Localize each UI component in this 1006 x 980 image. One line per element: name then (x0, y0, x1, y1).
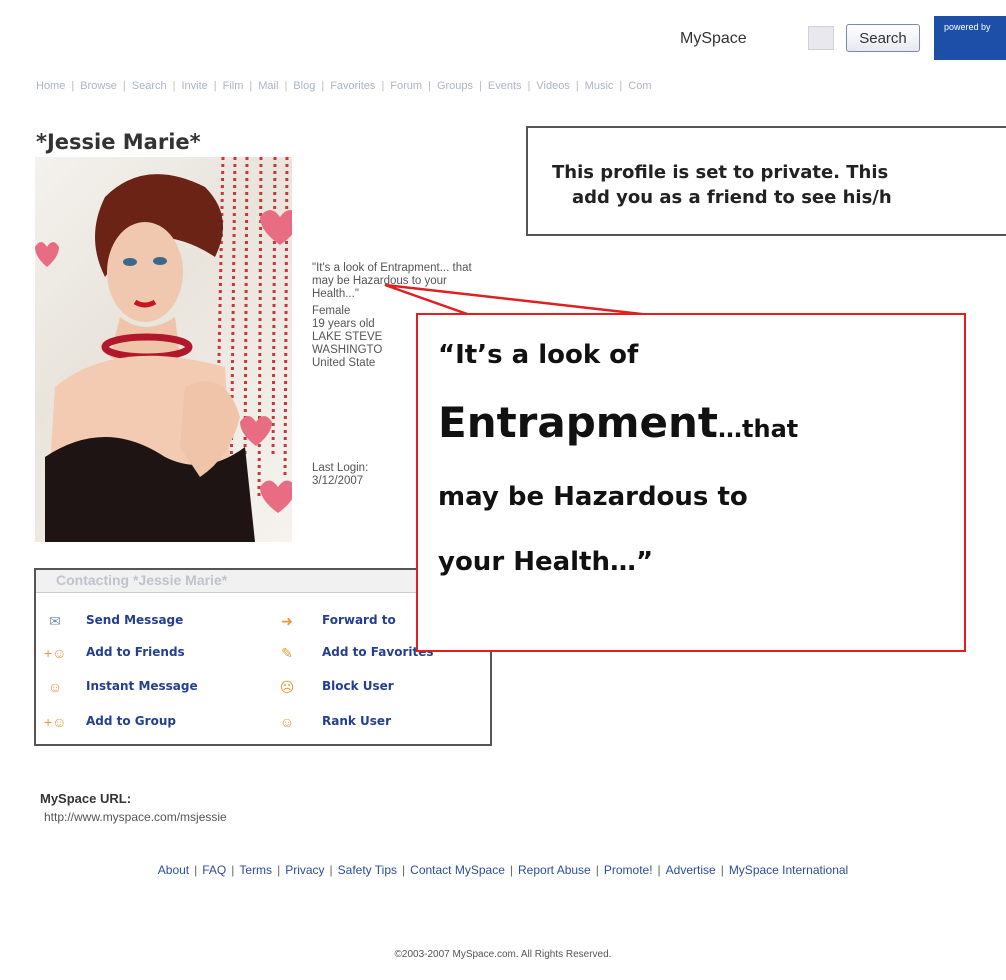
instant-message-link[interactable]: Instant Message (86, 679, 198, 693)
nav-item-browse[interactable]: Browse (80, 80, 117, 92)
forward-to-friend-link[interactable]: Forward to (322, 613, 396, 627)
envelope-icon: ✉ (49, 613, 61, 629)
footer-link-privacy[interactable]: Privacy (285, 863, 324, 877)
footer-link-terms[interactable]: Terms (239, 863, 272, 877)
nav-separator: | (172, 80, 176, 92)
profile-city: LAKE STEVE (312, 331, 383, 343)
nav-separator: | (321, 80, 325, 92)
myspace-url-label: MySpace URL: (40, 791, 132, 806)
block-user-link[interactable]: Block User (322, 679, 394, 693)
last-login: Last Login: 3/12/2007 (312, 462, 412, 488)
nav-separator: | (619, 80, 623, 92)
footer-separator: | (277, 863, 281, 877)
footer-link-faq[interactable]: FAQ (202, 863, 226, 877)
myspace-search-label: MySpace (680, 30, 747, 47)
callout-line2-small: …that (718, 415, 799, 443)
callout-line2: Entrapment…that (438, 384, 958, 462)
footer-link-promote-[interactable]: Promote! (604, 863, 653, 877)
nav-separator: | (381, 80, 385, 92)
last-login-date: 3/12/2007 (312, 475, 364, 487)
nav-item-blog[interactable]: Blog (293, 80, 315, 92)
nav-item-film[interactable]: Film (223, 80, 244, 92)
callout-line2-big: Entrapment (438, 398, 719, 447)
nav-separator: | (284, 80, 288, 92)
rank-user-icon: ☺ (279, 714, 295, 730)
footer-separator: | (329, 863, 333, 877)
footer-link-advertise[interactable]: Advertise (666, 863, 716, 877)
add-to-group-link[interactable]: Add to Group (86, 714, 176, 728)
footer-link-report-abuse[interactable]: Report Abuse (518, 863, 591, 877)
search-input[interactable] (808, 26, 834, 50)
callout-text: “It’s a look of Entrapment…that may be H… (438, 326, 958, 592)
private-notice: This profile is set to private. This add… (552, 160, 1006, 210)
instant-message-icon: ☺ (47, 679, 63, 695)
footer-separator: | (194, 863, 198, 877)
profile-photo[interactable] (35, 157, 292, 542)
profile-name: *Jessie Marie* (36, 130, 201, 154)
nav-item-home[interactable]: Home (36, 80, 65, 92)
nav-item-invite[interactable]: Invite (181, 80, 207, 92)
nav-item-forum[interactable]: Forum (390, 80, 422, 92)
nav-separator: | (479, 80, 482, 92)
footer-link-myspace-international[interactable]: MySpace International (729, 863, 848, 877)
nav-item-favorites[interactable]: Favorites (330, 80, 375, 92)
footer-separator: | (402, 863, 406, 877)
profile-quote: "It's a look of Entrapment... that may b… (312, 262, 472, 300)
nav-item-events[interactable]: Events (488, 80, 522, 92)
nav-item-music[interactable]: Music (585, 80, 614, 92)
footer-separator: | (657, 863, 661, 877)
nav-separator: | (71, 80, 75, 92)
nav-separator: | (575, 80, 579, 92)
contact-title: Contacting *Jessie Marie* (56, 572, 228, 588)
favorite-icon: ✎ (281, 645, 293, 661)
add-to-friends-link[interactable]: Add to Friends (86, 645, 185, 659)
footer-separator: | (231, 863, 235, 877)
nav-item-com[interactable]: Com (628, 80, 651, 92)
myspace-url-value: http://www.myspace.com/msjessie (44, 810, 227, 824)
footer-link-about[interactable]: About (158, 863, 189, 877)
nav-separator: | (428, 80, 431, 92)
rank-user-link[interactable]: Rank User (322, 714, 391, 728)
nav-item-groups[interactable]: Groups (437, 80, 473, 92)
last-login-label: Last Login: (312, 462, 369, 474)
nav-separator: | (213, 80, 217, 92)
forward-icon: ➜ (281, 613, 293, 629)
search-button[interactable]: Search (846, 24, 920, 52)
nav-item-search[interactable]: Search (132, 80, 167, 92)
add-group-icon: +☺ (44, 714, 67, 730)
profile-info: Female 19 years old LAKE STEVE WASHINGTO… (312, 305, 412, 370)
footer-separator: | (509, 863, 513, 877)
copyright: ©2003-2007 MySpace.com. All Rights Reser… (394, 949, 612, 960)
footer-separator: | (720, 863, 724, 877)
footer-links: About | FAQ | Terms | Privacy | Safety Tips | Cont… (0, 862, 1006, 878)
top-nav: Home | Browse | Search | Invite | Film | Mail | Blog… (36, 80, 1006, 92)
nav-separator: | (122, 80, 126, 92)
profile-gender: Female (312, 305, 351, 317)
callout-line1: “It’s a look of (438, 340, 639, 370)
private-notice-line2: add you as a friend to see his/h (572, 187, 892, 208)
callout-line3: may be Hazardous to (438, 482, 748, 512)
callout-line4: your Health…” (438, 547, 654, 577)
profile-photo-art (35, 157, 292, 542)
private-notice-line1: This profile is set to private. This (552, 162, 889, 183)
profile-country: United State (312, 357, 376, 369)
nav-item-mail[interactable]: Mail (258, 80, 278, 92)
add-friend-icon: +☺ (44, 645, 67, 661)
powered-by-badge[interactable]: powered by (934, 16, 1006, 60)
footer-link-contact-myspace[interactable]: Contact MySpace (410, 863, 505, 877)
profile-state: WASHINGTO (312, 344, 383, 356)
footer-link-safety-tips[interactable]: Safety Tips (338, 863, 397, 877)
block-user-icon: ☹ (279, 679, 295, 695)
profile-age: 19 years old (312, 318, 375, 330)
nav-separator: | (249, 80, 253, 92)
send-message-link[interactable]: Send Message (86, 613, 183, 627)
nav-item-videos[interactable]: Videos (536, 80, 569, 92)
footer-separator: | (595, 863, 599, 877)
nav-separator: | (527, 80, 531, 92)
